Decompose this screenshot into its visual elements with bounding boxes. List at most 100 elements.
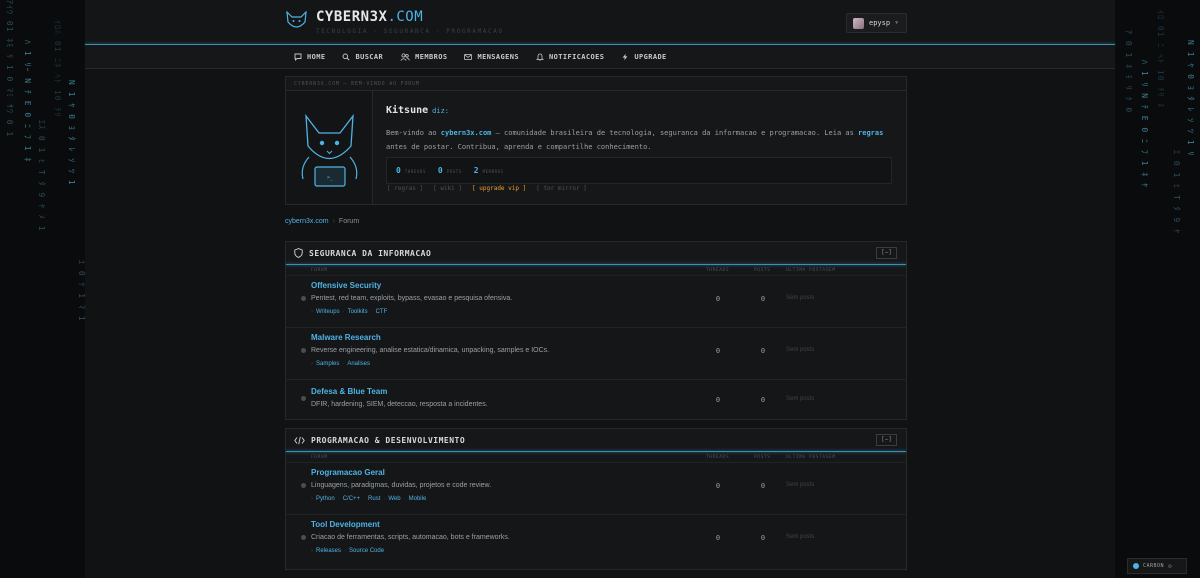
subforum-link[interactable]: Releases <box>316 548 341 554</box>
subforum-link[interactable]: Mobile <box>409 496 427 502</box>
subforum-links: › Releases · Source Code <box>311 548 385 554</box>
mail-icon <box>464 54 473 60</box>
subforum-link[interactable]: C/C++ <box>343 496 360 502</box>
subforum-link[interactable]: Analises <box>347 361 370 367</box>
site-link[interactable]: cybern3x.com <box>441 129 492 137</box>
last-post: Sem posts <box>786 534 815 540</box>
theme-label: CARBON <box>1143 563 1165 569</box>
forum-title[interactable]: Tool Development <box>311 520 380 529</box>
last-post: Sem posts <box>786 295 815 301</box>
welcome-header: CYBERN3X.COM — BEM-VINDO AO FORUM <box>286 77 906 91</box>
main-navigation: HOME BUSCAR MEMBROS MENSAGENS NOTIFICACO… <box>294 45 684 69</box>
forum-row[interactable]: Malware Research Reverse engineering, an… <box>286 327 906 379</box>
site-tagline: TECNOLOGIA · SEGURANCA · PROGRAMACAO <box>316 28 504 35</box>
forum-row[interactable]: Programacao Geral Linguagens, paradigmas… <box>286 462 906 514</box>
forum-status-dot <box>301 348 306 353</box>
category-header: SEGURANCA DA INFORMACAO [−] <box>286 242 906 264</box>
column-headers: FORUM THREADS POSTS ULTIMA POSTAGEM <box>311 268 836 273</box>
subforum-links: › Samples · Analises <box>311 361 371 367</box>
gear-icon: ⚙ <box>1168 562 1172 570</box>
link-upgrade-vip[interactable]: [ upgrade vip ] <box>472 185 526 192</box>
fox-logo-icon[interactable] <box>285 11 308 31</box>
author-name[interactable]: Kitsune <box>386 105 428 116</box>
avatar <box>853 17 864 29</box>
stat-threads: 0 THREADS <box>396 166 426 175</box>
forum-description: Criacao de ferramentas, scripts, automac… <box>311 534 510 541</box>
nav-mensagens[interactable]: MENSAGENS <box>464 53 519 61</box>
user-menu-button[interactable]: epysp ▼ <box>846 13 907 33</box>
nav-membros-label: MEMBROS <box>415 53 448 61</box>
category-seguranca: SEGURANCA DA INFORMACAO [−] FORUM THREAD… <box>285 241 907 420</box>
matrix-rain-left: ｱｲｳ 01 ﾈﾓ ﾘ 1 0 ﾏﾐ ｻﾜ 0 1 ﾊ 1 ﾘｰ N ﾁ E 0… <box>0 0 85 578</box>
chat-icon <box>294 53 302 61</box>
nav-notificacoes[interactable]: NOTIFICACOES <box>536 53 604 61</box>
author-says: diz: <box>432 107 450 115</box>
subforum-link[interactable]: Samples <box>316 361 339 367</box>
quick-links: [ regras ] [ wiki ] [ upgrade vip ] [ to… <box>387 185 597 192</box>
fox-mascot-icon: >_ <box>301 113 358 187</box>
stat-posts: 0 POSTS <box>437 166 462 175</box>
thread-count: 0 <box>715 295 721 303</box>
theme-color-dot <box>1133 563 1139 569</box>
thread-count: 0 <box>715 482 721 490</box>
subforum-link[interactable]: CTF <box>376 309 388 315</box>
thread-count: 0 <box>715 534 721 542</box>
thread-count: 0 <box>715 396 721 404</box>
breadcrumb-home[interactable]: cybern3x.com <box>285 218 329 225</box>
subforum-link[interactable]: Python <box>316 496 335 502</box>
forum-status-dot <box>301 296 306 301</box>
matrix-rain-right: ｱ 0 1 ﾈ ﾓ ﾘ ｸ 0 ﾊ 1 ﾘ N ﾁ E 0 ﾆ ﾌ 1 ﾈ ﾔ … <box>1115 0 1200 578</box>
theme-switcher[interactable]: CARBON ⚙ <box>1127 558 1187 574</box>
forum-title[interactable]: Malware Research <box>311 333 381 342</box>
subforum-link[interactable]: Web <box>388 496 400 502</box>
category-title[interactable]: SEGURANCA DA INFORMACAO <box>309 249 431 258</box>
forum-row[interactable]: Offensive Security Pentest, red team, ex… <box>286 275 906 327</box>
subforum-links: › Python · C/C++ · Rust · Web · Mobile <box>311 496 427 502</box>
nav-home[interactable]: HOME <box>294 53 325 61</box>
category-title[interactable]: PROGRAMACAO & DESENVOLVIMENTO <box>311 436 465 445</box>
collapse-button[interactable]: [−] <box>876 247 897 259</box>
forum-status-dot <box>301 535 306 540</box>
breadcrumb-current: Forum <box>338 218 360 225</box>
nav-membros[interactable]: MEMBROS <box>400 53 447 61</box>
rules-link[interactable]: regras <box>858 129 883 137</box>
nav-buscar-label: BUSCAR <box>355 53 384 61</box>
forum-row[interactable]: Tool Development Criacao de ferramentas,… <box>286 514 906 566</box>
forum-description: Linguagens, paradigmas, duvidas, projeto… <box>311 482 492 489</box>
link-wiki[interactable]: [ wiki ] <box>433 185 462 192</box>
category-programacao: PROGRAMACAO & DESENVOLVIMENTO [−] FORUM … <box>285 428 907 570</box>
last-post: Sem posts <box>786 347 815 353</box>
subforum-link[interactable]: Toolkits <box>348 309 368 315</box>
forum-row[interactable]: Defesa & Blue Team DFIR, hardening, SIEM… <box>286 379 906 419</box>
subforum-link[interactable]: Source Code <box>349 548 384 554</box>
forum-title[interactable]: Defesa & Blue Team <box>311 387 387 396</box>
forum-title[interactable]: Offensive Security <box>311 281 381 290</box>
nav-mensagens-label: MENSAGENS <box>477 53 519 61</box>
bell-icon <box>536 53 544 61</box>
link-regras[interactable]: [ regras ] <box>387 185 423 192</box>
code-icon <box>294 436 305 444</box>
last-post: Sem posts <box>786 482 815 488</box>
subforum-link[interactable]: Rust <box>368 496 380 502</box>
forum-description: DFIR, hardening, SIEM, deteccao, respost… <box>311 401 488 408</box>
forum-status-dot <box>301 396 306 401</box>
welcome-body: Kitsune diz: Bem-vindo ao cybern3x.com — … <box>386 105 894 154</box>
stat-membros: 2 MEMBROS <box>473 166 504 175</box>
site-brand[interactable]: CYBERN3X.COM <box>316 9 423 25</box>
forum-title[interactable]: Programacao Geral <box>311 468 385 477</box>
subforum-link[interactable]: Writeups <box>316 309 340 315</box>
collapse-button[interactable]: [−] <box>876 434 897 446</box>
forum-status-dot <box>301 483 306 488</box>
mascot-image: >_ <box>286 91 373 204</box>
members-icon <box>400 53 410 61</box>
nav-buscar[interactable]: BUSCAR <box>342 53 383 61</box>
post-count: 0 <box>760 295 766 303</box>
link-tor-mirror[interactable]: [ tor mirror ] <box>536 185 587 192</box>
post-count: 0 <box>760 482 766 490</box>
nav-upgrade[interactable]: UPGRADE <box>621 53 666 61</box>
post-count: 0 <box>760 396 766 404</box>
chevron-down-icon: ▼ <box>895 20 899 26</box>
breadcrumb: cybern3x.com › Forum <box>285 218 360 225</box>
subforum-links: › Writeups · Toolkits · CTF <box>311 309 388 315</box>
username: epysp <box>869 19 891 27</box>
